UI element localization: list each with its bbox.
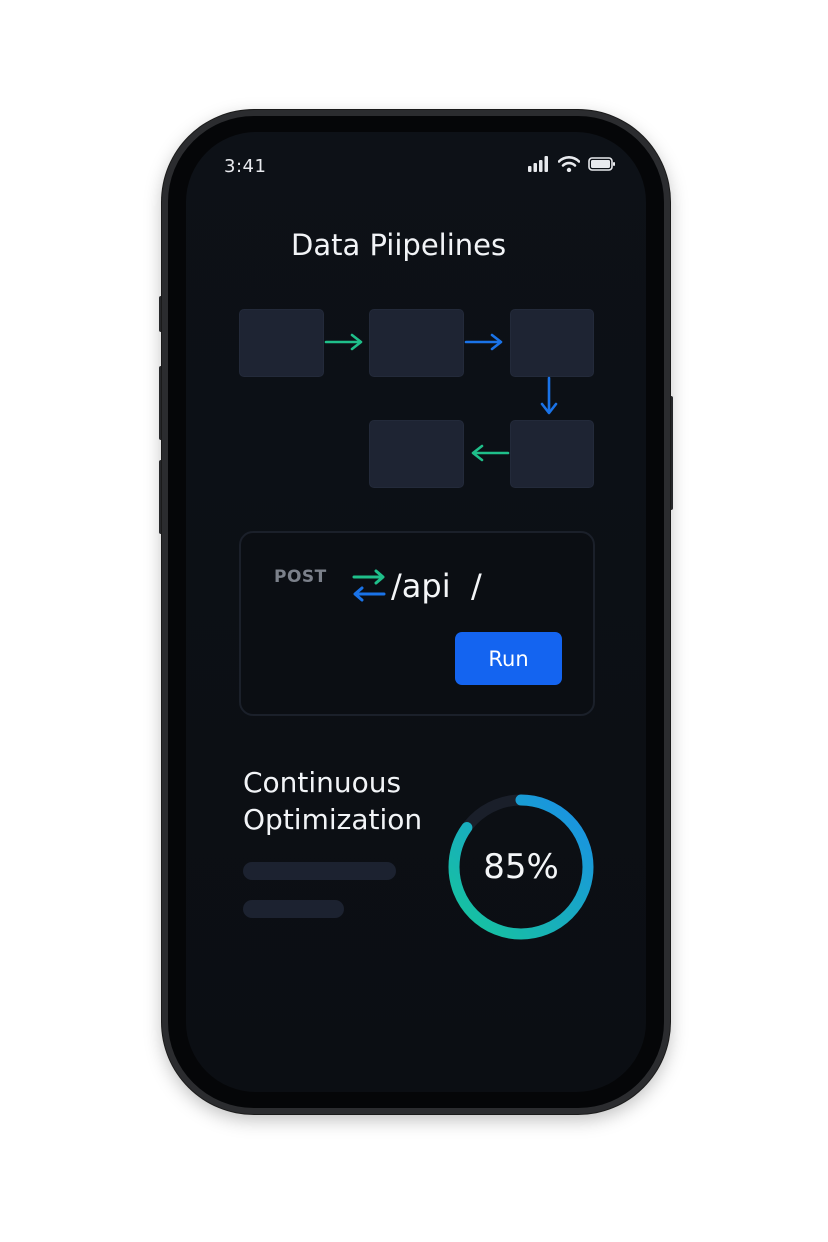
- page-title: Data Piipelines: [291, 228, 507, 262]
- api-request-card: POST /api / Run: [239, 531, 595, 716]
- page: 3:41 Data Piipelines POST /api / Run Con…: [0, 0, 828, 1242]
- swap-arrows-icon: [352, 569, 386, 602]
- api-endpoint-path[interactable]: /api /: [391, 567, 482, 605]
- optimization-title: Continuous Optimization: [243, 764, 422, 838]
- arrow-right-green-icon: [324, 333, 363, 351]
- optimization-title-line1: Continuous: [243, 766, 402, 799]
- pipeline-node-2[interactable]: [369, 309, 464, 377]
- skeleton-line-short: [243, 900, 344, 918]
- status-icons: [528, 154, 616, 174]
- pipeline-node-5[interactable]: [369, 420, 464, 488]
- arrow-down-blue-icon: [540, 376, 558, 415]
- pipeline-node-1[interactable]: [239, 309, 324, 377]
- pipeline-node-4[interactable]: [510, 420, 594, 488]
- optimization-title-line2: Optimization: [243, 803, 423, 836]
- progress-percent-label: 85%: [483, 847, 559, 887]
- http-method-label: POST: [274, 567, 327, 587]
- status-time: 3:41: [224, 156, 267, 177]
- battery-icon: [588, 157, 615, 171]
- phone-screen: 3:41 Data Piipelines POST /api / Run Con…: [186, 132, 646, 1092]
- cellular-signal-icon: [528, 156, 548, 172]
- arrow-left-green-icon: [471, 444, 510, 462]
- pipeline-node-3[interactable]: [510, 309, 594, 377]
- progress-gauge: 85%: [446, 792, 596, 942]
- arrow-right-blue-icon: [464, 333, 503, 351]
- run-button[interactable]: Run: [455, 632, 562, 685]
- wifi-icon: [558, 156, 580, 172]
- skeleton-line-long: [243, 862, 396, 880]
